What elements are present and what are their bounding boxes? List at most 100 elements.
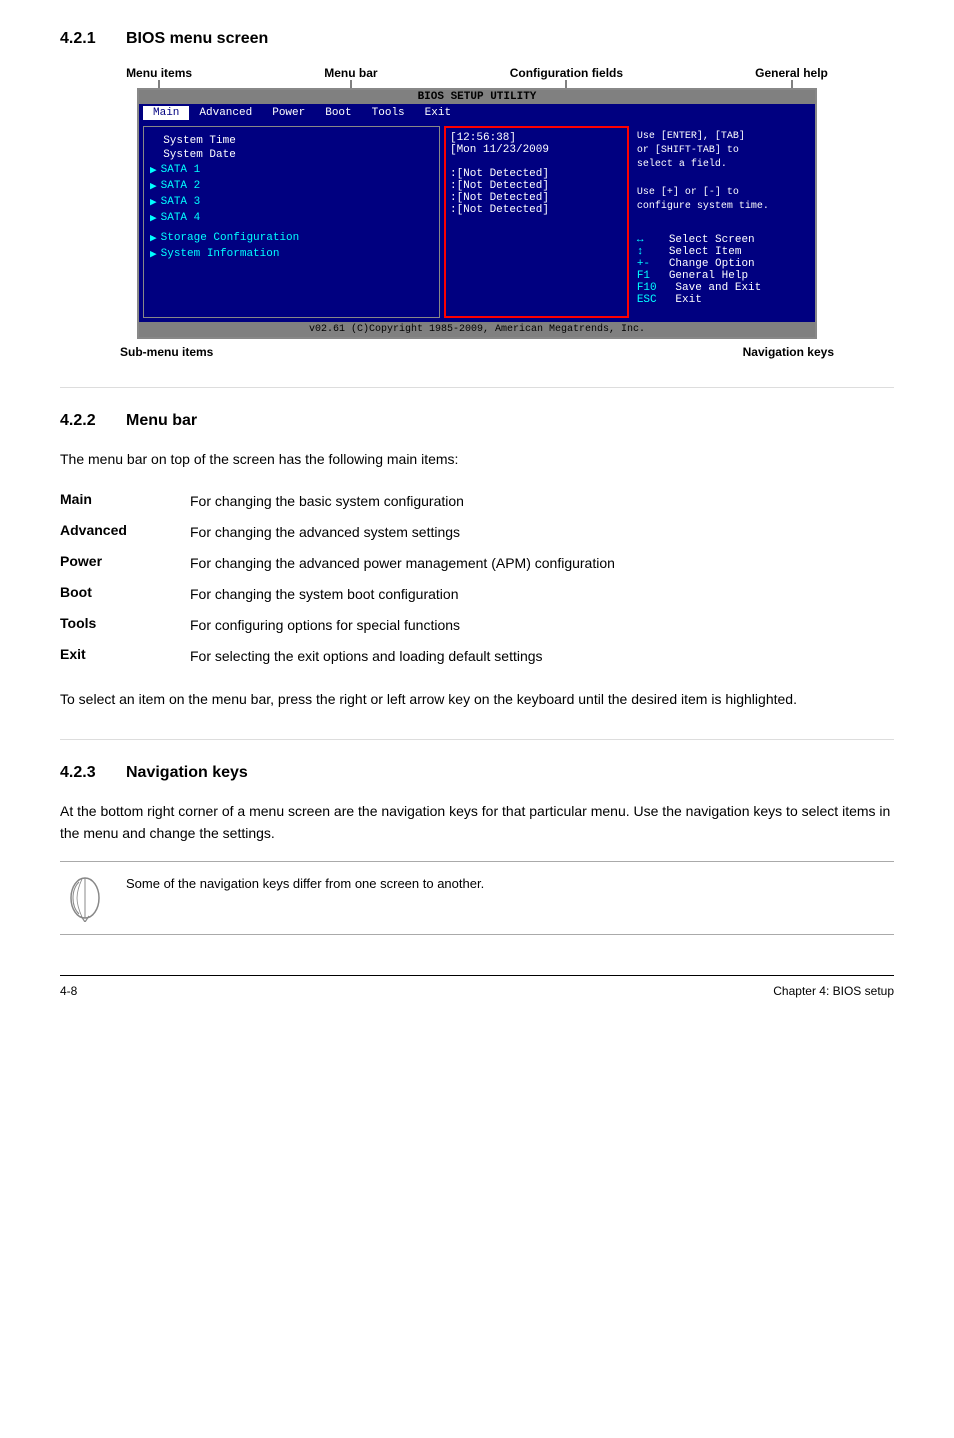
bios-sata2-value: :[Not Detected] [450,180,623,192]
bios-left-panel: System Time System Date ▶ SATA 1 ▶ SATA … [143,126,440,318]
bios-title: BIOS SETUP UTILITY [418,91,537,103]
bios-sata1-value: :[Not Detected] [450,168,623,180]
bios-nav-select-item: ↕ Select Item [637,246,807,258]
menu-desc-boot: For changing the system boot configurati… [190,579,894,610]
bios-item-sysinfo: ▶ System Information [150,247,433,261]
menu-bar-table: Main For changing the basic system confi… [60,486,894,672]
pencil-icon [65,874,105,922]
bios-menu-main[interactable]: Main [143,106,189,120]
nav-key-f1: F1 [637,270,665,282]
bios-menu-bar: Main Advanced Power Boot Tools Exit [139,104,815,122]
bios-help-text: Use [ENTER], [TAB] or [SHIFT-TAB] to sel… [637,130,807,214]
note-text: Some of the navigation keys differ from … [126,874,484,895]
label-config-fields: Configuration fields [510,66,623,80]
bios-title-bar: BIOS SETUP UTILITY [139,90,815,104]
nav-desc-esc: Exit [669,294,702,306]
bios-item-sata2: ▶ SATA 2 [150,179,433,193]
menu-desc-tools: For configuring options for special func… [190,610,894,641]
label-menu-bar: Menu bar [324,66,377,80]
bios-menu-power[interactable]: Power [262,106,315,120]
menu-name-main: Main [60,486,190,517]
bios-nav-change-option: +- Change Option [637,258,807,270]
bios-time-value: [12:56:38] [450,132,623,144]
note-box: Some of the navigation keys differ from … [60,861,894,935]
label-menu-items: Menu items [126,66,192,80]
nav-key-updown: ↕ [637,246,665,258]
nav-key-f10: F10 [637,282,665,294]
nav-key-arrows: ↔ [637,234,665,246]
section-421-heading: 4.2.1 BIOS menu screen [60,30,894,48]
bios-nav-f1: F1 General Help [637,270,807,282]
bios-nav-f10: F10 Save and Exit [637,282,807,294]
chapter-label: Chapter 4: BIOS setup [773,984,894,998]
bios-menu-advanced[interactable]: Advanced [189,106,262,120]
section-422-number: 4.2.2 [60,412,110,430]
bios-diagram: Menu items Menu bar Configuration fields… [60,66,894,359]
bios-menu-exit[interactable]: Exit [415,106,461,120]
menu-name-boot: Boot [60,579,190,610]
diagram-bottom-labels: Sub-menu items Navigation keys [60,345,894,359]
page-footer: 4-8 Chapter 4: BIOS setup [60,975,894,998]
section-421-number: 4.2.1 [60,30,110,48]
section-423-heading: 4.2.3 Navigation keys [60,764,894,782]
table-row: Tools For configuring options for specia… [60,610,894,641]
nav-desc-select-item: Select Item [669,246,742,258]
label-general-help: General help [755,66,828,80]
bios-nav-keys-panel: ↔ Select Screen ↕ Select Item +- Change … [637,234,807,306]
section-423-number: 4.2.3 [60,764,110,782]
section-421: 4.2.1 BIOS menu screen Menu items Menu b… [60,30,894,359]
bios-item-storage: ▶ Storage Configuration [150,231,433,245]
bios-sata3-value: :[Not Detected] [450,192,623,204]
bios-screen: BIOS SETUP UTILITY Main Advanced Power B… [137,88,817,339]
bios-right-panel: Use [ENTER], [TAB] or [SHIFT-TAB] to sel… [633,126,811,318]
section-423-title: Navigation keys [126,764,248,782]
nav-desc-select-screen: Select Screen [669,234,755,246]
bios-sata4-value: :[Not Detected] [450,204,623,216]
bios-date-value: [Mon 11/23/2009 [450,144,623,156]
bios-item-sata4: ▶ SATA 4 [150,211,433,225]
section-423-intro: At the bottom right corner of a menu scr… [60,800,894,845]
page-number: 4-8 [60,984,77,998]
bios-nav-select-screen: ↔ Select Screen [637,234,807,246]
bios-menu-tools[interactable]: Tools [362,106,415,120]
section-422-title: Menu bar [126,412,197,430]
nav-desc-f1: General Help [669,270,748,282]
table-row: Exit For selecting the exit options and … [60,641,894,672]
menu-desc-advanced: For changing the advanced system setting… [190,517,894,548]
bios-footer-text: v02.61 (C)Copyright 1985-2009, American … [309,324,645,335]
table-row: Main For changing the basic system confi… [60,486,894,517]
bios-item-system-time: System Time [150,135,433,147]
table-row: Advanced For changing the advanced syste… [60,517,894,548]
nav-desc-f10: Save and Exit [669,282,761,294]
section-422-heading: 4.2.2 Menu bar [60,412,894,430]
menu-name-exit: Exit [60,641,190,672]
section-422: 4.2.2 Menu bar The menu bar on top of th… [60,412,894,711]
menu-desc-exit: For selecting the exit options and loadi… [190,641,894,672]
divider-2 [60,739,894,740]
bios-nav-esc: ESC Exit [637,294,807,306]
label-navigation-keys: Navigation keys [743,345,834,359]
note-icon [60,874,110,922]
bios-footer: v02.61 (C)Copyright 1985-2009, American … [139,322,815,337]
nav-key-esc: ESC [637,294,665,306]
menu-name-tools: Tools [60,610,190,641]
divider-1 [60,387,894,388]
nav-desc-change-option: Change Option [669,258,755,270]
label-sub-menu-items: Sub-menu items [120,345,213,359]
section-421-title: BIOS menu screen [126,30,268,48]
bios-item-sata3: ▶ SATA 3 [150,195,433,209]
menu-name-power: Power [60,548,190,579]
bios-item-system-date: System Date [150,149,433,161]
bios-body: System Time System Date ▶ SATA 1 ▶ SATA … [139,122,815,322]
menu-name-advanced: Advanced [60,517,190,548]
bios-item-sata1: ▶ SATA 1 [150,163,433,177]
table-row: Power For changing the advanced power ma… [60,548,894,579]
menu-desc-main: For changing the basic system configurat… [190,486,894,517]
bios-menu-boot[interactable]: Boot [315,106,361,120]
diagram-top-labels: Menu items Menu bar Configuration fields… [60,66,894,80]
table-row: Boot For changing the system boot config… [60,579,894,610]
nav-key-plusminus: +- [637,258,665,270]
section-423: 4.2.3 Navigation keys At the bottom righ… [60,764,894,935]
section-422-footer: To select an item on the menu bar, press… [60,688,894,710]
menu-desc-power: For changing the advanced power manageme… [190,548,894,579]
